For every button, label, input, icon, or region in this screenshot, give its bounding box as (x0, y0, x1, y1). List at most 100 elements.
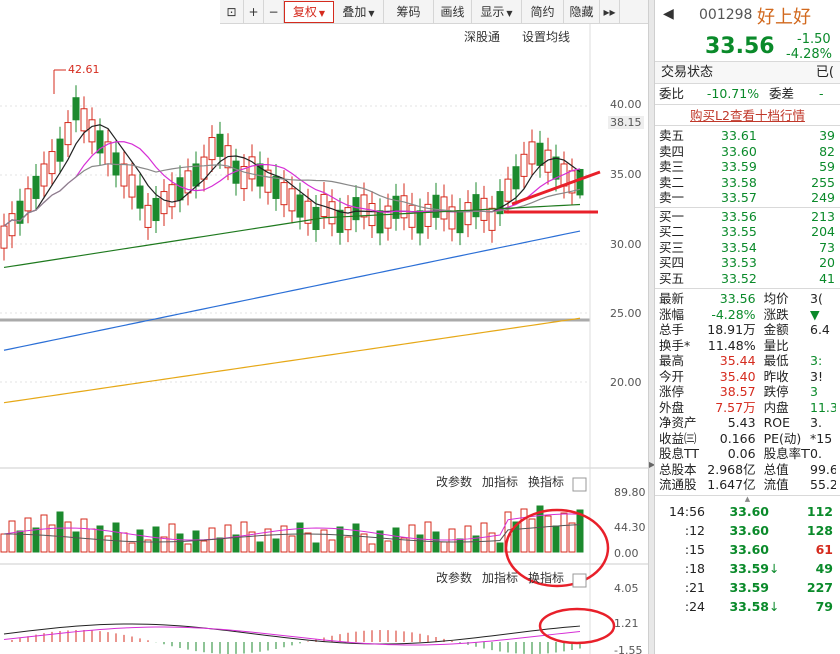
volume-panel-button[interactable]: 改参数 (436, 473, 472, 490)
stat-v1: 5.43 (727, 415, 756, 430)
candle-body (536, 142, 544, 166)
asks-label: 卖一 (659, 190, 685, 205)
stat-v1: 7.57万 (715, 399, 756, 415)
stat-v2: 11.3 (810, 399, 836, 415)
asks-level-row: 卖一 33.57 249 (659, 190, 836, 206)
volume-panel-button[interactable]: 加指标 (482, 473, 518, 490)
volume-bar (344, 536, 352, 553)
lock-icon[interactable]: ⊡ (220, 0, 244, 24)
caret-down-icon: ▼ (318, 9, 326, 18)
stats-row: 换手* 11.48% 量比 (659, 338, 836, 354)
stat-v1: 0.06 (727, 446, 756, 461)
volume-bar (424, 521, 432, 553)
tick-row: :18 33.59 ↓ 49 (659, 559, 836, 578)
tick-time: :21 (684, 579, 705, 595)
volume-bar (312, 542, 320, 553)
stat-l2: 流值 (763, 477, 789, 492)
macd-panel-button[interactable]: 改参数 (436, 569, 472, 586)
asks-level-row: 卖三 33.59 59 (659, 159, 836, 175)
candle-body (552, 156, 560, 180)
weibi-value: -10.71% (706, 86, 760, 101)
toolbar-button-5[interactable]: 筹码 (384, 0, 434, 24)
stat-l2: ROE (763, 415, 791, 430)
toolbar-button-3[interactable]: 复权 ▼ (284, 1, 334, 23)
tick-row: :12 33.60 128 (659, 521, 836, 540)
buy-l2-link[interactable]: 购买L2查看十档行情 (690, 108, 805, 123)
toolbar-button-7[interactable]: 显示 ▼ (472, 0, 522, 24)
quote-panel: ◀ 001298 好上好 33.56 -1.50 -4.28% 交易状态 已( … (654, 0, 840, 654)
toolbar-button-label: 显示 (480, 5, 505, 19)
candle-body (8, 213, 16, 237)
tick-vol: 49 (815, 560, 833, 576)
candle-body (336, 209, 344, 233)
macd-axis-label: 1.21 (614, 617, 639, 630)
stat-l2: 量比 (763, 337, 789, 353)
stat-v1: 33.56 (719, 291, 756, 306)
bids-label: 买四 (659, 255, 685, 270)
toolbar-button-label: 叠加 (342, 5, 367, 19)
close-icon (572, 477, 587, 492)
candle-body (400, 195, 408, 219)
weicha-label: 委差 (769, 86, 795, 101)
close-icon (572, 573, 587, 588)
toolbar-button-8[interactable]: 简约 (522, 0, 564, 24)
price-change: -1.50 (797, 32, 831, 47)
volume-bar (272, 538, 280, 553)
volume-bar (496, 542, 504, 553)
candle-body (176, 177, 184, 201)
volume-bar (560, 512, 568, 553)
stat-v2: 3( (810, 291, 823, 306)
bids-price: 33.53 (721, 255, 757, 270)
stats-table: 最新 33.56 均价 3(涨幅 -4.28% 涨跌 ▼ 总手 18.91万 金额 6.4 换手* 11… (655, 289, 840, 495)
volume-bar (416, 534, 424, 553)
volume-bar (320, 529, 328, 553)
asks-price: 33.57 (721, 190, 757, 205)
stat-v1: 18.91万 (707, 322, 756, 337)
set-ma-button[interactable]: 设置均线 (522, 28, 570, 45)
macd-panel-button[interactable]: 换指标 (528, 569, 564, 586)
tick-arrow (769, 540, 783, 559)
bids-price: 33.52 (721, 270, 757, 286)
toolbar-button-1[interactable]: + (244, 0, 264, 24)
link-shenzhen-connect[interactable]: 深股通 (464, 28, 500, 45)
bids-level-row: 买三 33.54 73 (659, 240, 836, 256)
tick-row: :21 33.59 227 (659, 578, 836, 597)
stat-l2: 内盘 (763, 399, 789, 415)
kline-chart[interactable] (0, 24, 648, 654)
toolbar-button-6[interactable]: 画线 (434, 0, 472, 24)
toolbar-button-4[interactable]: 叠加 ▼ (334, 0, 384, 24)
bids-vol: 213 (811, 208, 835, 224)
volume-bar (192, 530, 200, 553)
macd-axis-label: 4.05 (614, 582, 639, 595)
tick-price: 33.59 (729, 579, 769, 595)
candle-body (48, 151, 56, 175)
back-arrow-icon[interactable]: ◀ (663, 6, 674, 22)
tick-vol: 79 (815, 598, 833, 614)
stats-row: 涨幅 -4.28% 涨跌 ▼ (659, 307, 836, 323)
stat-v2: 3: (810, 353, 823, 368)
asks-level-row: 卖五 33.61 39 (659, 128, 836, 144)
candle-body (384, 205, 392, 229)
tick-list[interactable]: 14:56 33.60 112:12 33.60 128:15 33.60 61:18 33.… (655, 502, 840, 616)
candle-body (128, 174, 136, 198)
tick-vol: 227 (806, 579, 833, 595)
volume-bar (440, 541, 448, 553)
tick-vol: 112 (806, 503, 833, 519)
last-price: 33.56 (705, 34, 775, 59)
ask-book: 卖五 33.61 39 卖四 33.60 82 卖三 33.59 59 卖二 33.58 255 卖一 3… (655, 126, 840, 207)
toolbar-button-9[interactable]: 隐藏 (564, 0, 600, 24)
double-chevron-right-icon[interactable]: ▸▸ (600, 0, 620, 24)
stat-v2: 3. (810, 415, 822, 430)
volume-bar (88, 528, 96, 553)
macd-panel-button[interactable]: 加指标 (482, 569, 518, 586)
asks-vol: 249 (811, 190, 835, 205)
volume-panel-button[interactable]: 换指标 (528, 473, 564, 490)
stats-row: 净资产 5.43 ROE 3. (659, 415, 836, 431)
stat-v2: 6.4 (810, 322, 830, 337)
toolbar-button-2[interactable]: − (264, 0, 284, 24)
trading-status-label: 交易状态 (661, 65, 714, 80)
candle-body (208, 137, 216, 161)
candle-body (136, 185, 144, 209)
volume-bar (568, 522, 576, 553)
bids-vol: 20 (819, 255, 835, 270)
